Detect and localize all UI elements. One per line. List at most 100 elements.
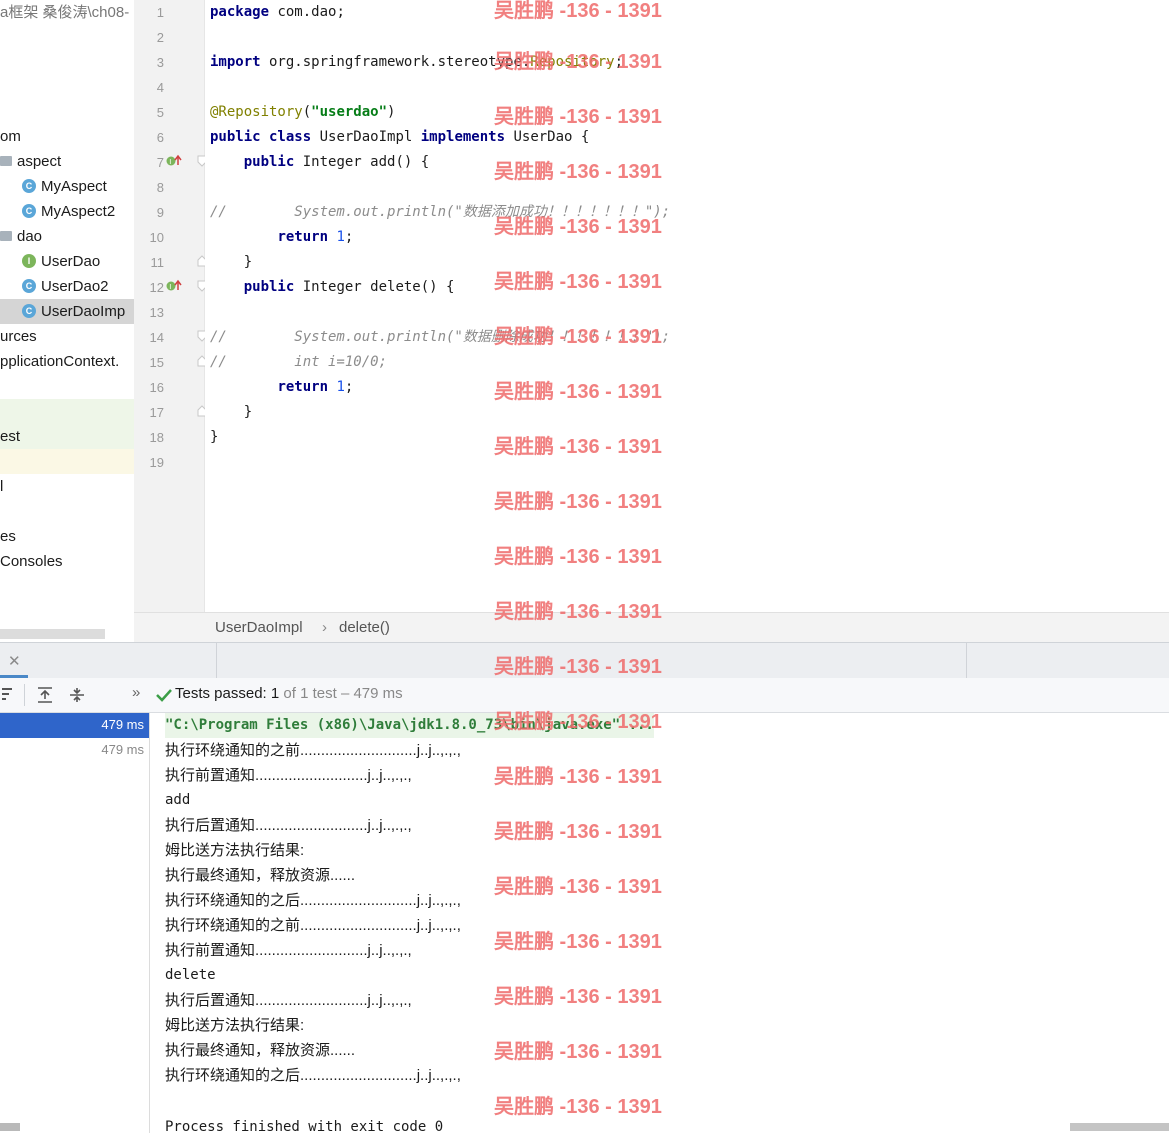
test-results-tree[interactable]: 479 ms 479 ms [0,713,150,1133]
tree-item-myaspect[interactable]: C MyAspect [0,174,134,199]
tree-item-label: UserDao [41,253,101,270]
tree-item-label: Consoles [0,553,63,570]
run-tool-window-header: ✕ [0,642,1169,679]
line-number: 8 [156,180,164,195]
tree-item-label: pplicationContext. [0,353,120,370]
console-line: 执行环绕通知的之前............................j..… [165,742,461,759]
code-line: import org.springframework.stereotype.Re… [210,54,624,70]
test-row[interactable]: 479 ms [0,738,149,763]
line-number: 5 [156,105,164,120]
console-line: 执行环绕通知的之前............................j..… [165,917,461,934]
line-number: 4 [156,80,164,95]
line-number: 14 [149,330,164,345]
check-icon [156,689,172,702]
class-icon: C [22,178,36,193]
svg-text:I: I [169,283,171,291]
run-toolbar: » Tests passed: 1 of 1 test – 479 ms [0,678,1169,713]
tree-item-l[interactable]: l [0,474,134,499]
console-line: 姆比送方法执行结果: [165,842,305,859]
code-line: public Integer add() { [243,154,430,170]
line-number: 10 [149,230,164,245]
tree-item-label: om [0,128,21,145]
line-number: 7 [156,155,164,170]
folder-icon [0,155,12,166]
console-line: 执行环绕通知的之后............................j..… [165,1067,461,1084]
console-line: 执行最终通知，释放资源...... [165,867,356,884]
code-line: } [210,404,253,420]
code-line-current: return 1; [277,379,354,395]
tree-item-test[interactable]: est [0,424,134,449]
tree-item-resources[interactable]: urces [0,324,134,349]
console-line: delete [165,967,216,983]
class-icon: C [22,203,36,218]
line-number: 2 [156,30,164,45]
code-line-comment: // System.out.println("数据删除成功！！！！！！！"); [210,329,671,345]
tree-item-com[interactable]: om [0,124,134,149]
toolbar-separator [24,684,25,706]
line-number: 6 [156,130,164,145]
implements-method-icon[interactable]: I [166,153,182,169]
folder-icon [0,230,12,241]
tree-item-label: es [0,528,16,545]
line-number: 12 [149,280,164,295]
console-line: 姆比送方法执行结果: [165,1017,305,1034]
code-line-comment: // System.out.println("数据添加成功！！！！！！！"); [210,204,671,220]
line-number: 17 [149,405,164,420]
tree-item-dao[interactable]: dao [0,224,134,249]
console-scrollbar[interactable] [1070,1123,1169,1131]
line-number: 16 [149,380,164,395]
console-line: add [165,792,191,808]
tree-item-aspect[interactable]: aspect [0,149,134,174]
tree-item-userdaoimpl[interactable]: C UserDaoImp [0,299,134,324]
line-number: 9 [156,205,164,220]
breadcrumb-method[interactable]: delete() [339,619,390,636]
console-line-exit: Process finished with exit code 0 [165,1119,444,1133]
line-number: 13 [149,305,164,320]
breadcrumb-separator: › [322,619,327,636]
tree-item-userdao[interactable]: I UserDao [0,249,134,274]
tree-item-label: l [0,478,4,495]
tree-scrollbar[interactable] [0,629,105,639]
editor-gutter[interactable]: 1 2 3 4 5 6 7 8 9 10 11 12 13 14 15 16 1… [134,0,233,612]
tree-item-label: est [0,428,21,445]
line-number: 1 [156,5,164,20]
more-actions-icon[interactable]: » [132,684,140,701]
test-row-selected[interactable]: 479 ms [0,713,149,738]
code-line: package com.dao; [210,4,345,20]
code-line: return 1; [277,229,354,245]
console-line: 执行后置通知...........................j..j..,… [165,992,412,1009]
tree-highlight-yellow [0,449,134,474]
test-duration: 479 ms [101,717,144,732]
tree-item-label: dao [17,228,43,245]
console-line: 执行前置通知...........................j..j..,… [165,942,412,959]
tests-status: Tests passed: 1 of 1 test – 479 ms [175,685,403,702]
tree-item-label: MyAspect [41,178,107,195]
implements-method-icon[interactable]: I [166,278,182,294]
code-line: public class UserDaoImpl implements User… [210,129,590,145]
tree-item-libraries[interactable]: es [0,524,134,549]
code-editor[interactable]: package com.dao; import org.springframew… [205,0,1169,612]
tree-item-userdao2[interactable]: C UserDao2 [0,274,134,299]
line-number: 18 [149,430,164,445]
tests-scrollbar[interactable] [0,1123,20,1131]
tree-item-consoles[interactable]: Consoles [0,549,134,574]
class-icon: C [22,303,36,318]
code-line: public Integer delete() { [243,279,455,295]
tree-item-applicationcontext[interactable]: pplicationContext. [0,349,134,374]
collapse-all-icon[interactable] [68,686,86,704]
close-tab-icon[interactable]: ✕ [8,652,21,670]
tree-item-label: MyAspect2 [41,203,116,220]
code-line-comment: // int i=10/0; [210,354,388,370]
expand-all-icon[interactable] [36,686,54,704]
test-duration: 479 ms [101,742,144,757]
console-command-line[interactable]: "C:\Program Files (x86)\Java\jdk1.8.0_73… [165,713,654,738]
console-output[interactable]: "C:\Program Files (x86)\Java\jdk1.8.0_73… [150,713,1169,1133]
svg-text:I: I [169,158,171,166]
project-tree[interactable]: a框架 桑俊涛\ch08- om aspect C MyAspect C MyAsp… [0,0,134,641]
sort-icon[interactable] [0,686,14,704]
tree-item-myaspect2[interactable]: C MyAspect2 [0,199,134,224]
code-line: @Repository("userdao") [210,104,396,120]
breadcrumb-class[interactable]: UserDaoImpl [215,619,303,636]
class-icon: C [22,278,36,293]
line-number: 19 [149,455,164,470]
